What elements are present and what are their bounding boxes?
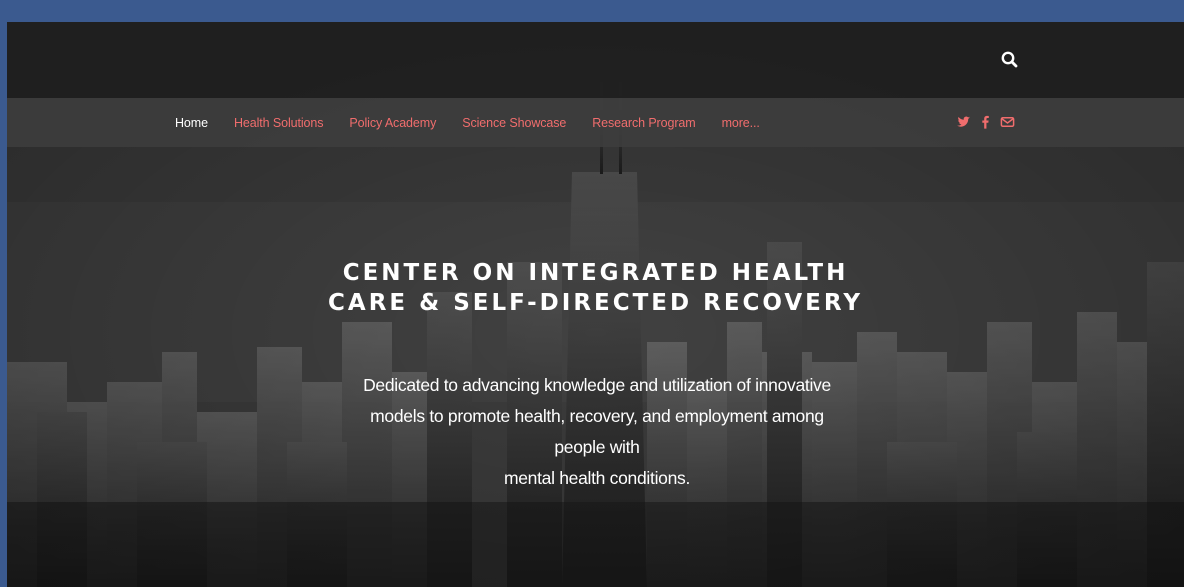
- nav-item-research-program[interactable]: Research Program: [592, 116, 695, 130]
- top-bar: [7, 22, 1184, 98]
- website-frame: Home Health Solutions Policy Academy Sci…: [7, 22, 1184, 587]
- hero-description-line: Dedicated to advancing knowledge and uti…: [363, 375, 831, 395]
- mail-icon[interactable]: [1000, 114, 1015, 130]
- main-navigation-bar: Home Health Solutions Policy Academy Sci…: [7, 98, 1184, 147]
- nav-item-science-showcase[interactable]: Science Showcase: [462, 116, 566, 130]
- hero-description-line: models to promote health, recovery, and …: [370, 406, 824, 426]
- hero-title-line-1: CENTER ON INTEGRATED HEALTH: [342, 260, 849, 286]
- hero-title: CENTER ON INTEGRATED HEALTH CARE & SELF-…: [7, 258, 1184, 318]
- nav-item-health-solutions[interactable]: Health Solutions: [234, 116, 324, 130]
- hero-title-line-2: CARE & SELF-DIRECTED RECOVERY: [328, 290, 863, 316]
- social-links: [956, 114, 1015, 130]
- main-nav: Home Health Solutions Policy Academy Sci…: [175, 98, 786, 147]
- hero-description: Dedicated to advancing knowledge and uti…: [337, 370, 857, 494]
- nav-item-more[interactable]: more...: [722, 116, 760, 130]
- twitter-icon[interactable]: [956, 114, 971, 130]
- facebook-icon[interactable]: [978, 114, 993, 130]
- hero-description-line: mental health conditions.: [503, 468, 691, 488]
- nav-item-policy-academy[interactable]: Policy Academy: [349, 116, 436, 130]
- search-icon[interactable]: [1000, 50, 1020, 70]
- hero-description-line: people with: [554, 437, 640, 457]
- nav-item-home[interactable]: Home: [175, 116, 208, 130]
